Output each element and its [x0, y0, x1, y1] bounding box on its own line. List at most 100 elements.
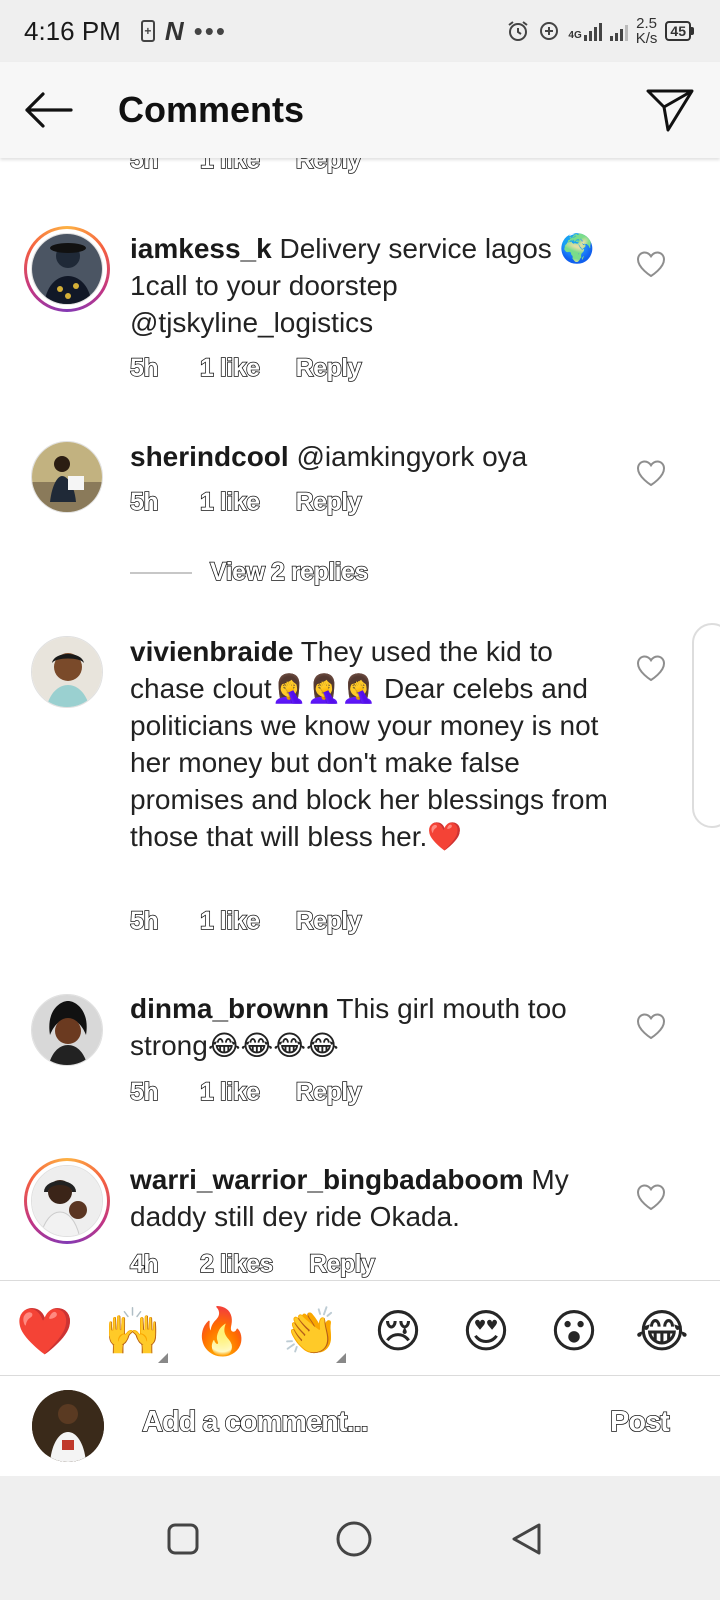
signal-strength-2-icon: [609, 21, 628, 41]
square-icon: [167, 1523, 199, 1555]
comment-text: @iamkingyork oya: [296, 441, 528, 472]
battery-level: 45: [665, 21, 691, 41]
comment-username[interactable]: dinma_brownn: [130, 993, 329, 1024]
heart-eyes-emoji-button[interactable]: 😍: [458, 1303, 514, 1359]
heart-emoji-button[interactable]: ❤️: [16, 1303, 73, 1359]
comment-time: 5h: [129, 353, 159, 383]
share-button[interactable]: [642, 82, 698, 138]
comment-meta: 5h 1 like Reply: [129, 906, 363, 936]
comment-likes[interactable]: 1 like: [199, 906, 261, 936]
status-bar: 4:16 PM + N ••• 4G 2.5 K/s 45: [0, 0, 720, 62]
comment-username[interactable]: sherindcool: [130, 441, 289, 472]
comment-likes[interactable]: 1 like: [199, 1077, 261, 1107]
reply-button[interactable]: Reply: [295, 906, 363, 936]
network-type-label: 4G: [568, 30, 582, 41]
back-nav-button[interactable]: [493, 1506, 559, 1572]
avatar-wrap[interactable]: [24, 987, 110, 1073]
raising-hands-emoji-button[interactable]: 🙌: [104, 1303, 161, 1359]
reply-button[interactable]: Reply: [308, 1249, 376, 1279]
comment-composer: Add a comment... Post: [0, 1376, 720, 1476]
comment-likes[interactable]: 1 like: [199, 158, 261, 175]
comments-list[interactable]: 5h 1 like Reply iamkess_k Delivery servi…: [0, 158, 720, 1280]
post-button[interactable]: Post: [609, 1405, 670, 1439]
comment-time: 4h: [129, 1249, 159, 1279]
clapping-hands-emoji-button[interactable]: 👏: [282, 1303, 339, 1359]
crying-face-emoji-button[interactable]: 😢: [370, 1303, 426, 1359]
comment-meta: 5h 1 like Reply: [129, 353, 363, 383]
comment-likes[interactable]: 1 like: [199, 353, 261, 383]
comment-username[interactable]: warri_warrior_bingbadaboom: [130, 1164, 524, 1195]
back-arrow-icon: [25, 92, 73, 128]
heart-outline-icon: [636, 460, 666, 487]
comment-meta: 5h 1 like Reply: [129, 1077, 363, 1107]
comment-likes[interactable]: 1 like: [199, 487, 261, 517]
network-speed-unit: K/s: [635, 30, 658, 47]
comment-text-block: dinma_brownn This girl mouth too strong😂…: [130, 990, 620, 1064]
emoji-reaction-bar: ❤️ 🙌 🔥 👏 😢 😍 😮 😂: [0, 1280, 720, 1376]
avatar: [31, 1165, 103, 1237]
page-title: Comments: [118, 89, 305, 130]
fire-emoji-button[interactable]: 🔥: [193, 1303, 250, 1359]
reply-button[interactable]: Reply: [295, 158, 363, 175]
comment-text-block: sherindcool @iamkingyork oya: [130, 438, 620, 475]
comment-time: 5h: [129, 906, 159, 936]
comment-text-block: iamkess_k Delivery service lagos 🌍 1call…: [130, 230, 620, 341]
replies-divider: [130, 571, 192, 574]
comment-meta: 4h 2 likes Reply: [129, 1249, 376, 1279]
comment-username[interactable]: iamkess_k: [130, 233, 272, 264]
edge-panel-handle[interactable]: [692, 623, 720, 828]
like-comment-button[interactable]: [636, 250, 666, 278]
alarm-icon: [508, 21, 528, 41]
heart-outline-icon: [636, 1184, 666, 1211]
network-speed: 2.5 K/s: [636, 16, 658, 46]
like-comment-button[interactable]: [636, 1012, 666, 1040]
signal-strength-icon: [583, 21, 602, 41]
notification-icons: + N •••: [140, 15, 227, 47]
comment-meta: 5h 1 like Reply: [129, 487, 363, 517]
like-comment-button[interactable]: [636, 1183, 666, 1211]
heart-outline-icon: [636, 1013, 666, 1040]
send-icon: [646, 89, 694, 132]
comment-time: 5h: [129, 1077, 159, 1107]
reply-button[interactable]: Reply: [295, 487, 363, 517]
avatar: [31, 233, 103, 305]
avatar: [31, 441, 103, 513]
status-time: 4:16 PM: [24, 15, 121, 46]
current-user-avatar: [32, 1390, 104, 1462]
comment-username[interactable]: vivienbraide: [130, 636, 293, 667]
avatar-story-ring[interactable]: [24, 1158, 110, 1244]
tears-of-joy-emoji-button[interactable]: 😂: [634, 1303, 690, 1359]
avatar: [31, 994, 103, 1066]
like-comment-button[interactable]: [636, 654, 666, 682]
heart-outline-icon: [636, 655, 666, 682]
comment-likes[interactable]: 2 likes: [199, 1249, 274, 1279]
system-icons: 4G 2.5 K/s 45: [506, 16, 694, 46]
reply-button[interactable]: Reply: [295, 1077, 363, 1107]
app-notification-icon: N: [164, 15, 184, 46]
comment-text-block: vivienbraide They used the kid to chase …: [130, 633, 620, 855]
comment-time: 5h: [129, 487, 159, 517]
recent-apps-button[interactable]: [150, 1506, 216, 1572]
avatar-story-ring[interactable]: [24, 226, 110, 312]
avatar-wrap[interactable]: [24, 629, 110, 715]
comment-text: They used the kid to chase clout🤦‍♀️🤦‍♀️…: [130, 636, 608, 852]
surprised-face-emoji-button[interactable]: 😮: [546, 1303, 602, 1359]
signal-4g: 4G: [568, 21, 602, 41]
back-button[interactable]: [0, 62, 96, 158]
data-saver-icon: [540, 22, 559, 40]
home-button[interactable]: [321, 1506, 387, 1572]
skin-tone-indicator-icon: [158, 1353, 168, 1363]
system-navigation-bar: [0, 1476, 720, 1600]
partial-comment-meta: 5h 1 like Reply: [129, 158, 363, 175]
app-header: Comments: [0, 62, 720, 158]
view-replies-button[interactable]: View 2 replies: [130, 557, 369, 587]
comment-time: 5h: [129, 158, 159, 175]
comment-text-block: warri_warrior_bingbadaboom My daddy stil…: [130, 1161, 620, 1235]
comment-input[interactable]: [140, 1406, 580, 1446]
more-notifications-icon: •••: [193, 15, 227, 46]
reply-button[interactable]: Reply: [295, 353, 363, 383]
circle-icon: [336, 1521, 372, 1557]
avatar-wrap[interactable]: [24, 434, 110, 520]
like-comment-button[interactable]: [636, 459, 666, 487]
network-speed-value: 2.5: [636, 15, 657, 32]
